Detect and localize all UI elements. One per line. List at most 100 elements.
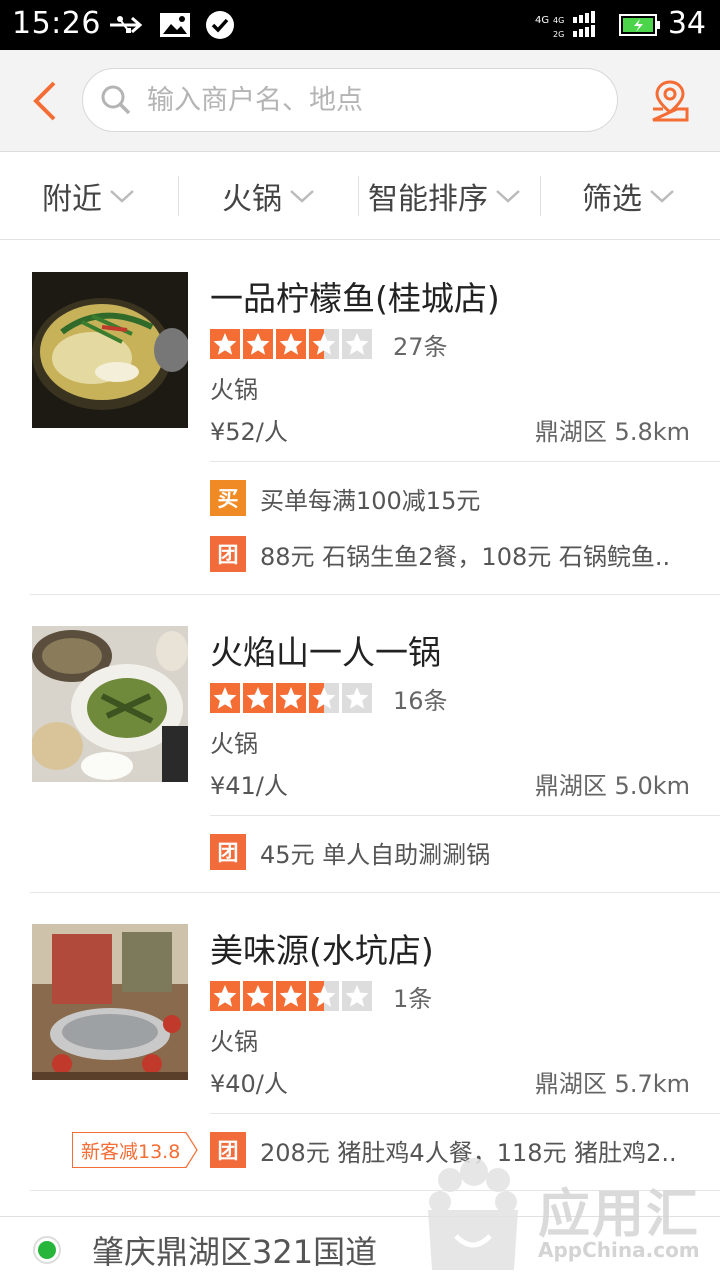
- shop-category: 火锅: [210, 730, 258, 758]
- current-address: 肇庆鼎湖区321国道: [92, 1233, 378, 1271]
- new-customer-label: 新客减13.8: [72, 1132, 185, 1168]
- filter-divider: [540, 176, 541, 216]
- usb-icon: [106, 10, 150, 40]
- chevron-down-icon: [648, 188, 676, 204]
- search-header: [0, 50, 720, 152]
- filter-label: 火锅: [222, 182, 282, 217]
- filter-divider: [178, 176, 179, 216]
- appchina-watermark: 应用汇 AppChina.com: [418, 1150, 718, 1280]
- filter-nearby[interactable]: 附近: [42, 152, 136, 240]
- deal-badge: 买: [210, 480, 246, 516]
- deal-item[interactable]: 团 88元 石锅生鱼2餐，108元 石锅鲩鱼..: [210, 536, 700, 572]
- filter-sort[interactable]: 智能排序: [368, 152, 522, 240]
- watermark-subtitle: AppChina.com: [538, 1238, 700, 1262]
- svg-text:4G: 4G: [535, 15, 549, 26]
- filter-label: 附近: [42, 182, 102, 217]
- star-icon: [210, 329, 240, 359]
- row-divider: [30, 594, 720, 595]
- shop-location: 鼎湖区 5.7km: [534, 1070, 690, 1098]
- status-bar: 15:26 4G 4G 2G 34: [0, 0, 720, 50]
- deal-text: 45元 单人自助涮涮锅: [260, 840, 491, 869]
- star-icon: [210, 683, 240, 713]
- deal-item[interactable]: 买 买单每满100减15元: [210, 480, 700, 516]
- status-time: 15:26: [12, 6, 101, 41]
- map-pin-icon: [652, 80, 689, 122]
- star-icon: [243, 981, 273, 1011]
- search-input[interactable]: [147, 77, 587, 123]
- shop-rating: 1条: [210, 980, 433, 1013]
- shop-thumbnail: [32, 626, 188, 782]
- chevron-down-icon: [108, 188, 136, 204]
- battery-level: 34: [667, 6, 706, 41]
- star-rating: [210, 981, 375, 1011]
- appchina-logo-icon: [428, 1158, 518, 1270]
- divider: [210, 1113, 720, 1114]
- shop-name: 美味源(水坑店): [210, 931, 434, 970]
- star-icon: [210, 981, 240, 1011]
- star-icon: [309, 683, 339, 713]
- star-icon: [243, 329, 273, 359]
- check-circle-icon: [204, 10, 236, 40]
- chevron-down-icon: [494, 188, 522, 204]
- shop-location: 鼎湖区 5.8km: [534, 418, 690, 446]
- chevron-left-icon: [33, 81, 56, 121]
- filter-label: 筛选: [582, 182, 642, 217]
- signal-icon: 4G 4G 2G: [532, 10, 606, 40]
- shop-category: 火锅: [210, 376, 258, 404]
- star-icon: [342, 329, 372, 359]
- search-box[interactable]: [82, 68, 618, 132]
- shop-name: 火焰山一人一锅: [210, 633, 441, 672]
- new-customer-tag: 新客减13.8: [72, 1132, 199, 1168]
- shop-thumbnail: [32, 272, 188, 428]
- star-icon: [342, 981, 372, 1011]
- shop-thumbnail: [32, 924, 188, 1080]
- shop-item[interactable]: 一品柠檬鱼(桂城店) 27条 火锅 ¥52/人 鼎湖区 5.8km 买 买单每满…: [0, 272, 720, 582]
- shop-location: 鼎湖区 5.0km: [534, 772, 690, 800]
- tag-arrow-icon: [184, 1132, 199, 1168]
- row-divider: [30, 892, 720, 893]
- deal-item[interactable]: 团 45元 单人自助涮涮锅: [210, 834, 700, 870]
- shop-price: ¥40/人: [210, 1070, 288, 1098]
- shop-rating: 27条: [210, 328, 448, 361]
- search-icon: [101, 85, 131, 115]
- star-icon: [243, 683, 273, 713]
- star-icon: [276, 981, 306, 1011]
- battery-icon: [618, 10, 662, 40]
- review-count: 27条: [393, 332, 448, 361]
- filter-more[interactable]: 筛选: [582, 152, 676, 240]
- star-icon: [309, 329, 339, 359]
- image-icon: [158, 10, 192, 40]
- star-icon: [276, 683, 306, 713]
- location-dot-icon: [33, 1236, 61, 1264]
- deal-badge: 团: [210, 536, 246, 572]
- deal-text: 买单每满100减15元: [260, 486, 481, 515]
- divider: [210, 815, 720, 816]
- shop-name: 一品柠檬鱼(桂城店): [210, 279, 500, 318]
- svg-text:2G: 2G: [553, 30, 564, 39]
- shop-item[interactable]: 火焰山一人一锅 16条 火锅 ¥41/人 鼎湖区 5.0km 团 45元 单人自…: [0, 626, 720, 870]
- divider: [210, 461, 720, 462]
- star-rating: [210, 683, 375, 713]
- shop-price: ¥52/人: [210, 418, 288, 446]
- filter-divider: [358, 176, 359, 216]
- back-button[interactable]: [20, 76, 68, 126]
- filter-category[interactable]: 火锅: [222, 152, 316, 240]
- star-icon: [309, 981, 339, 1011]
- shop-category: 火锅: [210, 1028, 258, 1056]
- star-icon: [276, 329, 306, 359]
- filter-bar: 附近 火锅 智能排序 筛选: [0, 152, 720, 240]
- star-icon: [342, 683, 372, 713]
- star-rating: [210, 329, 375, 359]
- shop-price: ¥41/人: [210, 772, 288, 800]
- review-count: 1条: [393, 984, 433, 1013]
- deal-text: 88元 石锅生鱼2餐，108元 石锅鲩鱼..: [260, 542, 671, 571]
- shop-item[interactable]: 美味源(水坑店) 1条 火锅 ¥40/人 鼎湖区 5.7km 新客减13.8 团…: [0, 924, 720, 1184]
- review-count: 16条: [393, 686, 448, 715]
- chevron-down-icon: [288, 188, 316, 204]
- deal-badge: 团: [210, 834, 246, 870]
- filter-label: 智能排序: [368, 182, 488, 217]
- map-button[interactable]: [646, 76, 694, 126]
- watermark-title: 应用汇: [538, 1185, 701, 1245]
- svg-text:4G: 4G: [553, 16, 564, 25]
- deal-badge: 团: [210, 1132, 246, 1168]
